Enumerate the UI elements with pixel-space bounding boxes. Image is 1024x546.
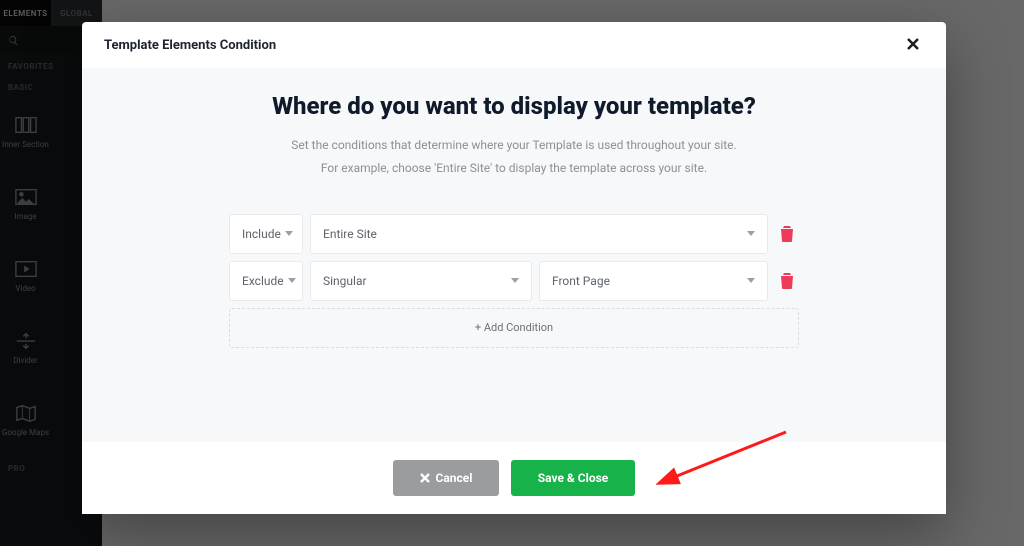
modal-footer: Cancel Save & Close — [82, 442, 946, 514]
caret-down-icon — [285, 231, 293, 236]
condition-scope-value: Singular — [323, 274, 367, 288]
caret-down-icon — [747, 278, 755, 283]
close-button[interactable] — [906, 36, 924, 54]
condition-target-select[interactable]: Front Page — [539, 261, 768, 301]
hero-title: Where do you want to display your templa… — [272, 92, 756, 120]
modal-header: Template Elements Condition — [82, 22, 946, 68]
condition-mode-select[interactable]: Exclude — [229, 261, 303, 301]
cancel-label: Cancel — [436, 471, 473, 485]
close-icon — [906, 37, 920, 51]
condition-mode-value: Exclude — [242, 274, 284, 288]
modal-body: Where do you want to display your templa… — [82, 68, 946, 442]
save-label: Save & Close — [538, 471, 609, 485]
save-and-close-button[interactable]: Save & Close — [511, 460, 635, 496]
caret-down-icon — [288, 278, 296, 283]
condition-row: Exclude Singular Front Page — [229, 261, 799, 301]
hero-subtitle: Set the conditions that determine where … — [291, 134, 736, 180]
delete-condition-button[interactable] — [775, 214, 799, 254]
condition-target-value: Front Page — [552, 274, 610, 288]
condition-row: Include Entire Site — [229, 214, 799, 254]
condition-mode-select[interactable]: Include — [229, 214, 303, 254]
caret-down-icon — [747, 231, 755, 236]
hero-sub-line2: For example, choose 'Entire Site' to dis… — [291, 157, 736, 180]
caret-down-icon — [511, 278, 519, 283]
condition-scope-value: Entire Site — [323, 227, 377, 241]
cancel-button[interactable]: Cancel — [393, 460, 499, 496]
modal-title: Template Elements Condition — [104, 38, 276, 53]
close-icon — [420, 473, 430, 483]
add-condition-label: + Add Condition — [475, 321, 553, 334]
delete-condition-button[interactable] — [775, 261, 799, 301]
template-conditions-modal: Template Elements Condition Where do you… — [82, 22, 946, 514]
hero-sub-line1: Set the conditions that determine where … — [291, 134, 736, 157]
trash-icon — [780, 226, 794, 242]
condition-scope-select[interactable]: Singular — [310, 261, 532, 301]
condition-mode-value: Include — [242, 227, 281, 241]
add-condition-button[interactable]: + Add Condition — [229, 308, 799, 348]
trash-icon — [780, 273, 794, 289]
conditions-panel: Include Entire Site Exclude Singular — [229, 214, 799, 348]
condition-scope-select[interactable]: Entire Site — [310, 214, 768, 254]
